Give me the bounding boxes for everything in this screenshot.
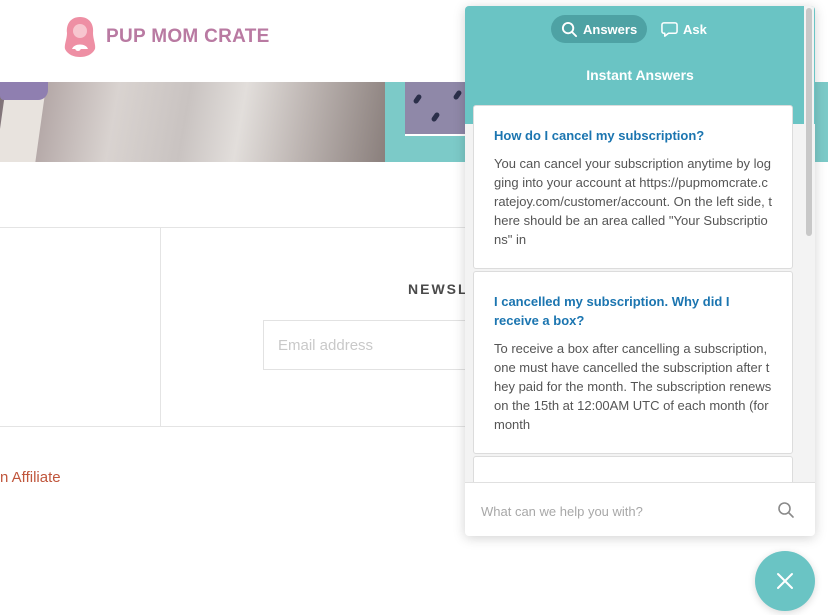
article-title: I cancelled my subscription. Why did I r… (494, 294, 730, 328)
tab-ask[interactable]: Ask (651, 15, 717, 43)
crate-box-image (0, 96, 45, 162)
article-card[interactable]: How do I cancel my subscription? You can… (473, 105, 793, 269)
affiliate-link[interactable]: n Affiliate (0, 469, 61, 486)
article-excerpt: You can cancel your subscription anytime… (494, 156, 772, 247)
close-icon (777, 573, 793, 589)
brand-name: PUP MOM CRATE (106, 26, 270, 47)
help-widget: Answers Ask Instant Answers How do I can… (465, 6, 815, 536)
site-logo[interactable]: PUP MOM CRATE (62, 15, 270, 59)
hero-photo (0, 82, 385, 162)
close-widget-button[interactable] (755, 551, 815, 611)
article-excerpt: To receive a box after cancelling a subs… (494, 341, 772, 432)
tab-ask-label: Ask (683, 21, 707, 37)
tab-answers-label: Answers (583, 21, 638, 37)
widget-search-bar (465, 482, 815, 536)
crate-tissue-image (0, 82, 48, 100)
search-icon[interactable] (777, 501, 795, 519)
chat-bubble-icon (661, 21, 678, 37)
tab-answers[interactable]: Answers (551, 15, 648, 43)
article-title: How do I cancel my subscription? (494, 128, 705, 143)
search-icon (561, 21, 578, 37)
widget-title: Instant Answers (586, 67, 694, 83)
newsletter-heading: NEWSL (408, 281, 469, 297)
scrollbar-thumb[interactable] (806, 8, 812, 236)
section-divider-top (0, 227, 465, 228)
pup-mom-logo-icon (64, 17, 96, 57)
column-divider (160, 227, 161, 427)
article-card[interactable]: I cancelled my subscription. Why did I r… (473, 271, 793, 454)
help-search-input[interactable] (479, 496, 763, 526)
section-divider-bottom (0, 426, 465, 427)
